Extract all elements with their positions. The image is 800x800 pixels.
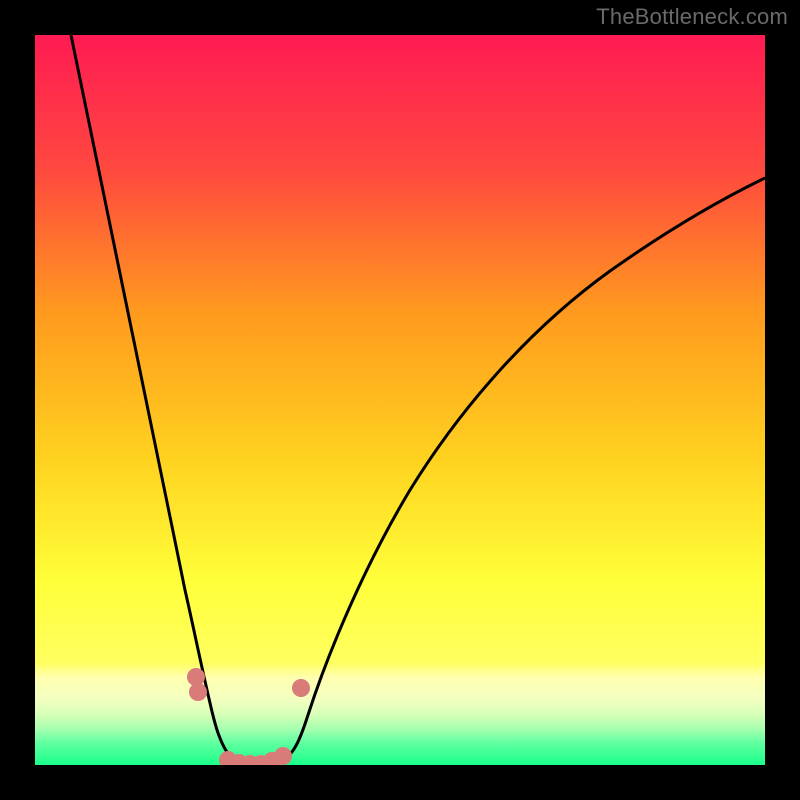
marker-dot: [189, 683, 207, 701]
marker-dot: [274, 747, 292, 765]
chart-area: [35, 35, 765, 765]
outer-frame: TheBottleneck.com: [0, 0, 800, 800]
chart-svg: [35, 35, 765, 765]
marker-dot: [292, 679, 310, 697]
watermark-text: TheBottleneck.com: [596, 4, 788, 30]
